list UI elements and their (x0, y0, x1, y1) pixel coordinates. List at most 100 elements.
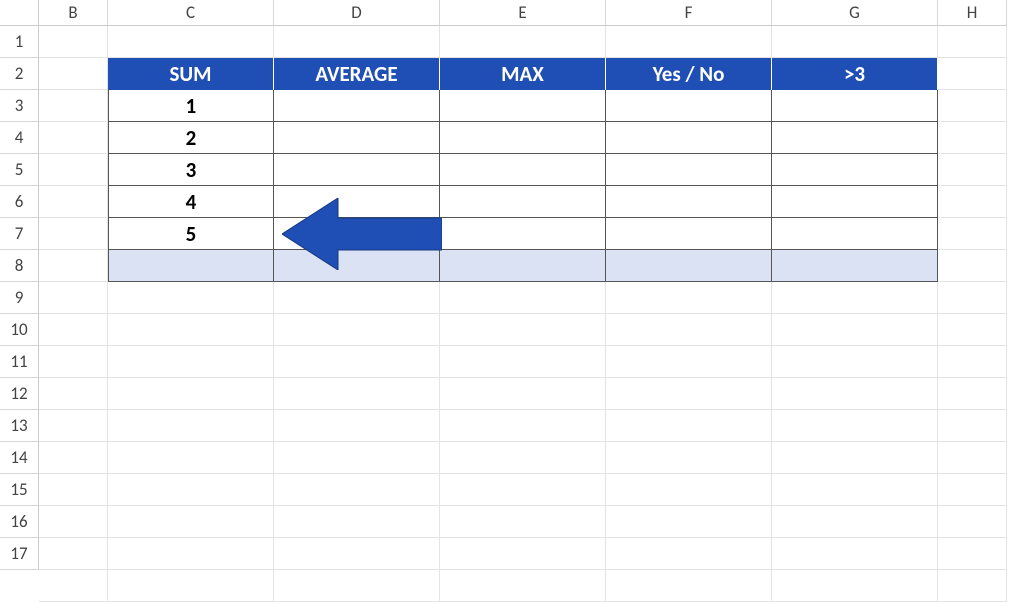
cell[interactable] (274, 378, 440, 410)
cell[interactable] (274, 346, 440, 378)
cell[interactable] (274, 474, 440, 506)
cell[interactable] (39, 442, 108, 474)
column-header-B[interactable]: B (39, 0, 108, 26)
column-header-E[interactable]: E (440, 0, 606, 26)
cell[interactable] (108, 346, 274, 378)
cell[interactable] (274, 314, 440, 346)
cell[interactable] (606, 506, 772, 538)
cell[interactable] (440, 570, 606, 602)
cell[interactable] (606, 314, 772, 346)
cell[interactable] (938, 346, 1007, 378)
table-footer-cell[interactable] (108, 250, 274, 282)
cell[interactable] (606, 26, 772, 58)
row-header-17[interactable]: 17 (0, 538, 39, 570)
table-cell[interactable] (440, 122, 606, 154)
table-cell[interactable] (772, 218, 938, 250)
row-header-6[interactable]: 6 (0, 186, 39, 218)
cell[interactable] (772, 378, 938, 410)
row-header-16[interactable]: 16 (0, 506, 39, 538)
row-header-1[interactable]: 1 (0, 26, 39, 58)
table-cell[interactable]: 2 (108, 122, 274, 154)
cell[interactable] (274, 410, 440, 442)
cell[interactable] (440, 346, 606, 378)
cell[interactable] (108, 282, 274, 314)
cell[interactable] (39, 250, 108, 282)
table-cell[interactable] (772, 154, 938, 186)
cell[interactable] (938, 154, 1007, 186)
table-cell[interactable] (606, 186, 772, 218)
table-footer-cell[interactable] (606, 250, 772, 282)
row-header-4[interactable]: 4 (0, 122, 39, 154)
table-cell[interactable] (606, 154, 772, 186)
table-cell[interactable]: 4 (108, 186, 274, 218)
cell[interactable] (938, 26, 1007, 58)
cell[interactable] (606, 474, 772, 506)
column-header-D[interactable]: D (274, 0, 440, 26)
column-header-F[interactable]: F (606, 0, 772, 26)
cell[interactable] (440, 410, 606, 442)
cell[interactable] (772, 570, 938, 602)
row-header-11[interactable]: 11 (0, 346, 39, 378)
column-header-H[interactable]: H (938, 0, 1007, 26)
cell[interactable] (39, 186, 108, 218)
row-header-2[interactable]: 2 (0, 58, 39, 90)
cell[interactable] (938, 186, 1007, 218)
cell[interactable] (440, 538, 606, 570)
table-cell[interactable]: 1 (108, 90, 274, 122)
cell[interactable] (938, 442, 1007, 474)
cell[interactable] (772, 346, 938, 378)
table-cell[interactable] (772, 122, 938, 154)
row-header-10[interactable]: 10 (0, 314, 39, 346)
cell[interactable] (108, 506, 274, 538)
cell[interactable] (772, 26, 938, 58)
cell[interactable] (938, 122, 1007, 154)
table-cell[interactable]: 3 (108, 154, 274, 186)
cell[interactable] (39, 282, 108, 314)
cell[interactable] (772, 474, 938, 506)
table-cell[interactable] (440, 154, 606, 186)
cell[interactable] (274, 570, 440, 602)
table-cell[interactable] (606, 218, 772, 250)
table-footer-cell[interactable] (440, 250, 606, 282)
cell[interactable] (39, 26, 108, 58)
table-cell[interactable] (274, 90, 440, 122)
cell[interactable] (606, 346, 772, 378)
table-cell[interactable] (606, 90, 772, 122)
cell[interactable] (39, 314, 108, 346)
cell[interactable] (938, 250, 1007, 282)
cell[interactable] (39, 346, 108, 378)
cell[interactable] (938, 314, 1007, 346)
cell[interactable] (274, 506, 440, 538)
cell[interactable] (274, 282, 440, 314)
cell[interactable] (440, 282, 606, 314)
cell[interactable] (39, 122, 108, 154)
cell[interactable] (39, 154, 108, 186)
cell[interactable] (108, 570, 274, 602)
column-header-G[interactable]: G (772, 0, 938, 26)
table-cell[interactable] (440, 186, 606, 218)
cell[interactable] (440, 474, 606, 506)
table-cell[interactable] (772, 186, 938, 218)
cell[interactable] (772, 282, 938, 314)
cell[interactable] (108, 314, 274, 346)
cell[interactable] (274, 26, 440, 58)
cell[interactable] (938, 378, 1007, 410)
table-header-yes-no[interactable]: Yes / No (606, 58, 772, 90)
cell[interactable] (39, 58, 108, 90)
table-cell[interactable] (440, 218, 606, 250)
cell[interactable] (938, 282, 1007, 314)
column-header-C[interactable]: C (108, 0, 274, 26)
cell[interactable] (108, 474, 274, 506)
cell[interactable] (108, 442, 274, 474)
cell[interactable] (440, 442, 606, 474)
table-cell[interactable] (772, 90, 938, 122)
cell[interactable] (938, 474, 1007, 506)
table-cell[interactable] (274, 154, 440, 186)
cell[interactable] (440, 26, 606, 58)
row-header-13[interactable]: 13 (0, 410, 39, 442)
cell[interactable] (606, 570, 772, 602)
cell[interactable] (772, 410, 938, 442)
cell[interactable] (39, 474, 108, 506)
cell[interactable] (606, 442, 772, 474)
row-header-3[interactable]: 3 (0, 90, 39, 122)
